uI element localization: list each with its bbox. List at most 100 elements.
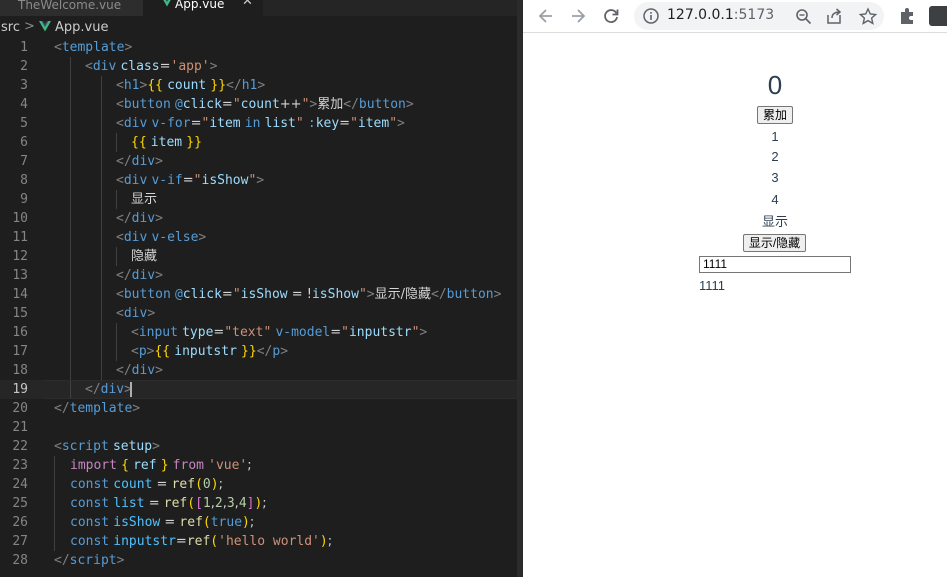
extensions-puzzle-icon[interactable] [897, 6, 917, 26]
address-bar[interactable]: 127.0.0.1:5173 [634, 2, 884, 30]
reload-icon[interactable] [600, 5, 622, 27]
list-item: 2 [771, 149, 779, 164]
indent-guide [101, 361, 102, 380]
code-line[interactable]: 17 <p>{{ inputstr }}</p> [0, 342, 517, 361]
code-text: <div class='app'> [85, 59, 218, 74]
code-line[interactable]: 23 import { ref } from 'vue'; [0, 456, 517, 475]
code-line[interactable]: 7 </div> [0, 152, 517, 171]
indent-guide [116, 247, 117, 266]
indent-guide [70, 361, 71, 380]
code-text: <h1>{{ count }}</h1> [116, 78, 266, 93]
increment-button[interactable]: 累加 [757, 106, 793, 124]
code-line[interactable]: 12 隐藏 [0, 247, 517, 266]
line-number: 16 [12, 325, 28, 340]
code-text: {{ item }} [131, 135, 202, 150]
indent-guide [70, 76, 71, 95]
code-line[interactable]: 21 [0, 418, 517, 437]
code-line[interactable]: 18 </div> [0, 361, 517, 380]
code-line[interactable]: 13 </div> [0, 266, 517, 285]
code-line[interactable]: 6 {{ item }} [0, 133, 517, 152]
code-line[interactable]: 20 </template> [0, 399, 517, 418]
indent-guide [101, 323, 102, 342]
profile-avatar[interactable] [929, 6, 947, 26]
code-line[interactable]: 28 </script> [0, 551, 517, 570]
indent-guide [54, 456, 55, 475]
toggle-show-button[interactable]: 显示/隐藏 [743, 234, 806, 252]
indent-guide [70, 266, 71, 285]
code-line[interactable]: 4 <button @click="count++">累加</button> [0, 95, 517, 114]
browser-toolbar: 127.0.0.1:5173 [523, 0, 947, 33]
info-icon[interactable] [642, 7, 660, 25]
code-text: </script> [54, 553, 125, 568]
code-line[interactable]: 14 <button @click="isShow = !isShow">显示/隐… [0, 285, 517, 304]
bookmark-star-icon[interactable] [858, 7, 878, 25]
indent-guide [101, 76, 102, 95]
code-line[interactable]: 5 <div v-for="item in list" :key="item"> [0, 114, 517, 133]
indent-guide [70, 95, 71, 114]
code-text: </div> [85, 382, 132, 397]
indent-guide [101, 304, 102, 323]
indent-guide [101, 152, 102, 171]
indent-guide [70, 114, 71, 133]
code-text: const list = ref([1,2,3,4]); [70, 496, 267, 511]
indent-guide [70, 380, 71, 399]
code-line[interactable]: 25 const list = ref([1,2,3,4]); [0, 494, 517, 513]
url-text[interactable]: 127.0.0.1:5173 [667, 7, 774, 23]
code-line[interactable]: 15 <div> [0, 304, 517, 323]
code-text: </div> [116, 268, 163, 283]
code-line[interactable]: 3 <h1>{{ count }}</h1> [0, 76, 517, 95]
indent-guide [70, 133, 71, 152]
indent-guide [116, 190, 117, 209]
editor-tab-bar: TheWelcome.vue App.vue ✕ [0, 0, 517, 16]
zoom-icon[interactable] [794, 7, 814, 25]
line-number: 17 [12, 344, 28, 359]
line-number: 4 [20, 97, 28, 112]
code-line[interactable]: 19 </div> [0, 380, 517, 399]
code-line[interactable]: 1 <template> [0, 38, 517, 57]
tab-app-vue[interactable]: App.vue ✕ [143, 0, 263, 16]
url-port: :5173 [733, 7, 775, 23]
indent-guide [101, 247, 102, 266]
code-line[interactable]: 10 </div> [0, 209, 517, 228]
indent-guide [70, 285, 71, 304]
line-number: 20 [12, 401, 28, 416]
code-line[interactable]: 22 <script setup> [0, 437, 517, 456]
tab-thewelcome-vue[interactable]: TheWelcome.vue [0, 0, 143, 16]
tab-label: TheWelcome.vue [18, 0, 122, 12]
code-text: <template> [54, 40, 133, 55]
vue-file-icon [163, 0, 171, 7]
url-host: 127.0.0.1 [667, 7, 734, 23]
share-icon[interactable] [824, 7, 844, 25]
tab-label: App.vue [175, 0, 225, 11]
forward-arrow-icon[interactable] [567, 5, 589, 27]
code-line[interactable]: 26 const isShow = ref(true); [0, 513, 517, 532]
indent-guide [101, 209, 102, 228]
code-line[interactable]: 16 <input type="text" v-model="inputstr"> [0, 323, 517, 342]
line-number: 8 [20, 173, 28, 188]
code-area[interactable]: 1 <template> 2 <div class='app'> 3 <h1>{{ cou… [0, 38, 517, 570]
line-number: 6 [20, 135, 28, 150]
vue-file-icon [39, 21, 51, 32]
code-editor[interactable]: TheWelcome.vue App.vue ✕ src > App.vue 1… [0, 0, 517, 577]
code-line[interactable]: 27 const inputstr=ref('hello world'); [0, 532, 517, 551]
text-input[interactable]: 1111 [699, 256, 851, 273]
code-text: <div v-if="isShow"> [116, 173, 265, 188]
code-text: </div> [116, 154, 163, 169]
breadcrumb-separator: > [24, 19, 35, 34]
code-line[interactable]: 11 <div v-else> [0, 228, 517, 247]
indent-guide [116, 342, 117, 361]
browser-window: 127.0.0.1:5173 0 累加 1 2 3 4 显示 显示/隐藏 111… [523, 0, 947, 577]
show-text: 显示 [761, 214, 788, 229]
breadcrumb-file[interactable]: App.vue [55, 20, 108, 35]
breadcrumb-folder[interactable]: src [1, 20, 20, 35]
back-arrow-icon[interactable] [535, 5, 557, 27]
code-line[interactable]: 9 显示 [0, 190, 517, 209]
line-number: 2 [20, 59, 28, 74]
code-line[interactable]: 8 <div v-if="isShow"> [0, 171, 517, 190]
code-line[interactable]: 24 const count = ref(0); [0, 475, 517, 494]
code-line[interactable]: 2 <div class='app'> [0, 57, 517, 76]
close-icon[interactable]: ✕ [242, 0, 253, 8]
code-text: const inputstr=ref('hello world'); [70, 534, 333, 549]
code-text: import { ref } from 'vue'; [70, 458, 252, 473]
text-cursor [130, 382, 132, 397]
